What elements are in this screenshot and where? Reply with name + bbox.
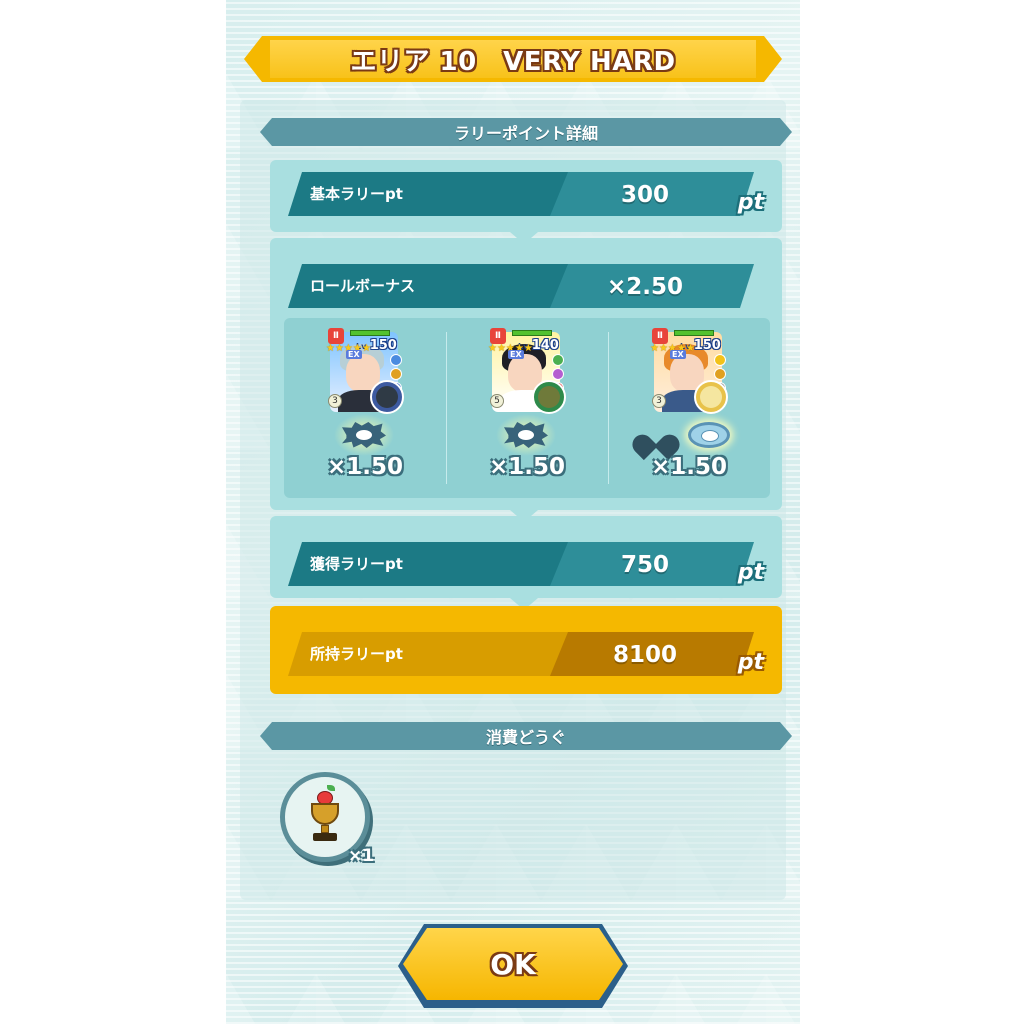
- potential-badge: 5: [490, 394, 504, 408]
- strike-role-icon: [334, 414, 394, 456]
- earned-rally-unit: pt: [737, 560, 764, 585]
- items-header-label: 消費どうぐ: [485, 728, 566, 747]
- item-count: ×1: [348, 846, 375, 866]
- star-rating-icon: ★★★★★: [488, 344, 533, 354]
- base-rally-value: 300: [620, 182, 669, 208]
- star-rating-icon: ★★★★★: [650, 344, 695, 354]
- owned-rally-value: 8100: [612, 642, 677, 668]
- leaf-icon: [327, 785, 335, 791]
- trophy-icon: [311, 803, 339, 825]
- ok-button-label: OK: [490, 947, 536, 981]
- screen: エリア 10 VERY HARD ラリーポイント詳細 基本ラリーpt 300 p…: [226, 0, 800, 1024]
- base-rally-unit: pt: [737, 190, 764, 215]
- rarity-icon: Ⅱ: [490, 328, 506, 344]
- owned-rally-bar: 所持ラリーpt 8100 pt: [288, 632, 764, 676]
- potential-badge: 3: [328, 394, 342, 408]
- earned-rally-panel: 獲得ラリーpt 750 pt: [270, 516, 782, 598]
- owned-rally-panel: 所持ラリーpt 8100 pt: [270, 606, 782, 694]
- base-rally-panel: 基本ラリーpt 300 pt: [270, 160, 782, 232]
- pokemon-icon: [370, 380, 404, 414]
- role-bonus-bar: ロールボーナス ×2.50: [288, 264, 754, 308]
- title-banner: エリア 10 VERY HARD: [244, 36, 782, 82]
- owned-rally-label: 所持ラリーpt: [310, 645, 403, 663]
- potential-badge: 3: [652, 394, 666, 408]
- base-rally-bar: 基本ラリーpt 300 pt: [288, 172, 764, 216]
- unit-multiplier: ×1.50: [650, 454, 728, 480]
- rarity-icon: Ⅱ: [652, 328, 668, 344]
- pokemon-icon: [532, 380, 566, 414]
- earned-rally-bar: 獲得ラリーpt 750 pt: [288, 542, 764, 586]
- ex-badge: EX: [346, 350, 362, 359]
- ex-badge: EX: [508, 350, 524, 359]
- items-header: 消費どうぐ: [260, 722, 792, 750]
- team-units: Ⅱ Lv.150 ★★★★★ EX 3 ×1.50: [284, 318, 770, 498]
- pokemon-icon: [694, 380, 728, 414]
- base-rally-label: 基本ラリーpt: [310, 185, 403, 203]
- star-rating-icon: ★★★★★: [326, 344, 371, 354]
- heart-icon: [638, 422, 674, 448]
- unit-multiplier: ×1.50: [488, 454, 566, 480]
- owned-rally-unit: pt: [737, 650, 764, 675]
- unit-card[interactable]: Ⅱ Lv.140 ★★★★★ EX 5 ×1.50: [446, 318, 608, 498]
- rally-details-header-label: ラリーポイント詳細: [453, 124, 598, 143]
- rally-details-card: ラリーポイント詳細 基本ラリーpt 300 pt ロールボーナス ×2.50 Ⅱ…: [240, 100, 792, 900]
- role-bonus-value: ×2.50: [606, 274, 684, 300]
- unit-multiplier: ×1.50: [326, 454, 404, 480]
- unit-card[interactable]: Ⅱ Lv.150 ★★★★★ EX 3 ×1.50: [608, 318, 770, 498]
- ok-button[interactable]: OK: [398, 924, 628, 1008]
- hp-bar: [674, 330, 714, 336]
- earned-rally-label: 獲得ラリーpt: [310, 555, 403, 573]
- ex-badge: EX: [670, 350, 686, 359]
- unit-card[interactable]: Ⅱ Lv.150 ★★★★★ EX 3 ×1.50: [284, 318, 446, 498]
- strike-role-icon: [688, 422, 730, 448]
- strike-role-icon: [496, 414, 556, 456]
- rally-details-header: ラリーポイント詳細: [260, 118, 792, 146]
- role-bonus-panel: ロールボーナス ×2.50 Ⅱ Lv.150 ★★★★★ EX: [270, 238, 782, 510]
- rarity-icon: Ⅱ: [328, 328, 344, 344]
- area-title: エリア 10 VERY HARD: [350, 46, 676, 77]
- earned-rally-value: 750: [620, 552, 669, 578]
- role-bonus-label: ロールボーナス: [310, 277, 416, 295]
- hp-bar: [512, 330, 552, 336]
- hp-bar: [350, 330, 390, 336]
